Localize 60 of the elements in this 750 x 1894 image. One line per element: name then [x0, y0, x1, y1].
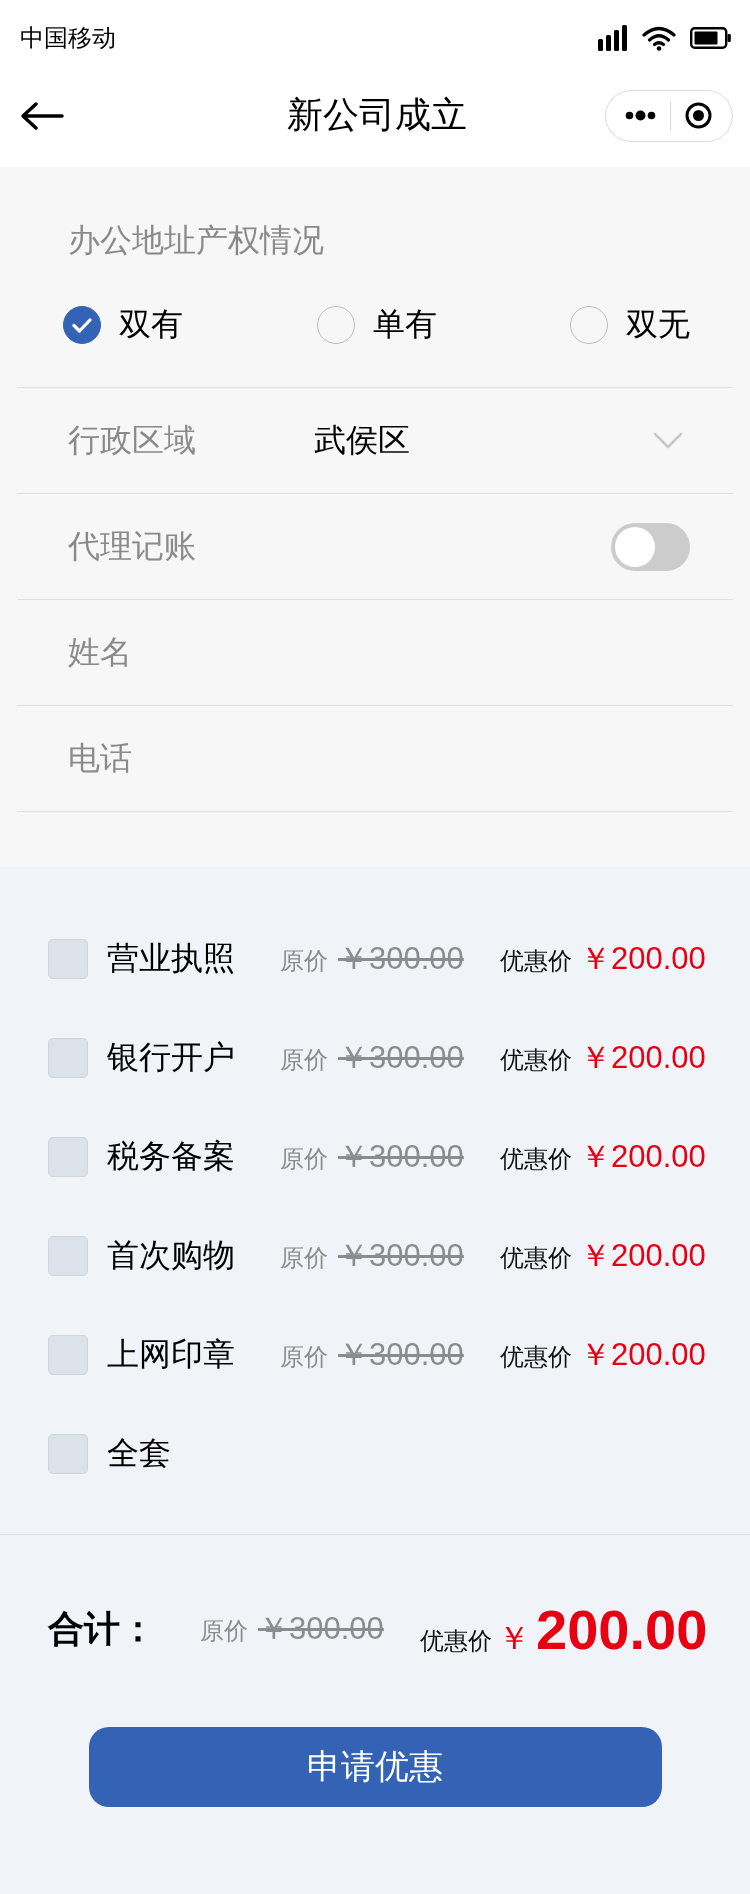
toggle-switch[interactable] [611, 522, 690, 571]
original-price: ￥300.00 [338, 1236, 464, 1275]
discount-price: ￥200.00 [580, 1137, 706, 1176]
original-price: ￥300.00 [338, 1137, 464, 1176]
carrier-name: 中国移动 [20, 23, 117, 53]
original-price: ￥300.00 [258, 1610, 384, 1648]
price-label: 原价 [280, 945, 328, 976]
price-label: 原价 [280, 1242, 328, 1273]
checkbox[interactable] [48, 1136, 88, 1177]
service-name: 银行开户 [107, 1037, 236, 1077]
field-label: 姓名 [68, 632, 133, 672]
currency-symbol: ￥ [498, 1618, 530, 1658]
battery-icon [690, 27, 731, 49]
field-label: 行政区域 [68, 420, 197, 460]
discount-price: ￥200.00 [580, 939, 706, 978]
discount-label: 优惠价 [500, 1242, 572, 1273]
checkbox[interactable] [48, 1037, 88, 1078]
total-label: 合计： [48, 1606, 157, 1651]
service-name: 营业执照 [107, 938, 236, 978]
chevron-down-icon[interactable] [653, 432, 683, 449]
select-value[interactable]: 武侯区 [314, 421, 410, 458]
field-label: 电话 [68, 738, 133, 778]
signal-icon [598, 25, 628, 51]
submit-button[interactable]: 申请优惠 [88, 1727, 662, 1807]
original-price: ￥300.00 [338, 1335, 464, 1374]
price-label: 原价 [200, 1616, 248, 1646]
service-name: 上网印章 [107, 1334, 236, 1374]
price-label: 原价 [280, 1143, 328, 1174]
radio-button[interactable] [63, 306, 101, 344]
price-label: 原价 [280, 1044, 328, 1075]
discount-price: ￥200.00 [580, 1038, 706, 1077]
discount-label: 优惠价 [500, 1143, 572, 1174]
back-arrow-icon[interactable] [20, 100, 64, 131]
section-label: 办公地址产权情况 [68, 221, 324, 260]
original-price: ￥300.00 [338, 939, 464, 978]
service-name: 全套 [107, 1433, 172, 1473]
price-label: 原价 [280, 1341, 328, 1372]
discount-label: 优惠价 [420, 1625, 492, 1656]
discount-price: ￥200.00 [580, 1236, 706, 1275]
wifi-icon [642, 25, 676, 51]
checkmark-icon [72, 317, 92, 333]
discount-label: 优惠价 [500, 1341, 572, 1372]
page-title: 新公司成立 [286, 93, 467, 137]
checkbox[interactable] [48, 1235, 88, 1276]
radio-label: 双有 [119, 305, 183, 344]
target-icon[interactable] [685, 102, 712, 129]
radio-label: 双无 [626, 305, 690, 344]
checkbox[interactable] [48, 938, 88, 979]
checkbox[interactable] [48, 1334, 88, 1375]
field-label: 代理记账 [68, 526, 197, 566]
service-name: 税务备案 [107, 1136, 236, 1176]
more-icon[interactable] [625, 110, 656, 121]
discount-price: ￥200.00 [580, 1335, 706, 1374]
total-discount-price: 200.00 [536, 1596, 708, 1662]
checkbox[interactable] [48, 1433, 88, 1474]
original-price: ￥300.00 [338, 1038, 464, 1077]
radio-label: 单有 [372, 305, 437, 344]
discount-label: 优惠价 [500, 945, 572, 976]
discount-label: 优惠价 [500, 1044, 572, 1075]
service-name: 首次购物 [107, 1235, 236, 1275]
